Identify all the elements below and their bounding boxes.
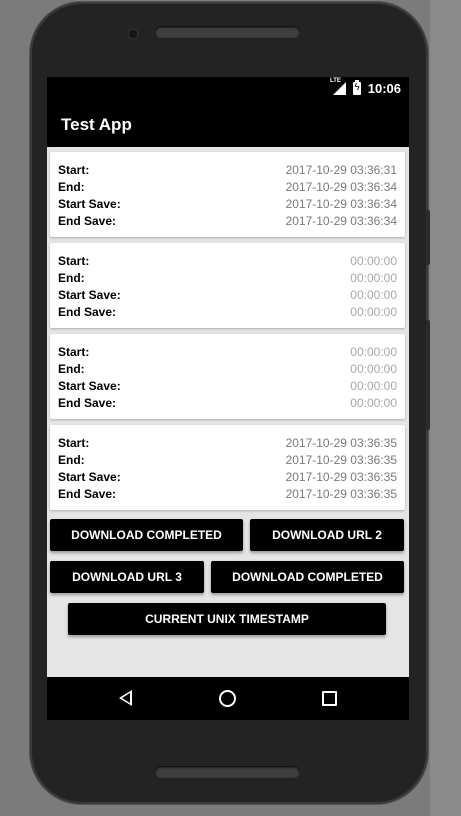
start-save-row: Start Save: 2017-10-29 03:36:34 <box>58 197 397 214</box>
end-value: 00:00:00 <box>350 271 397 285</box>
back-icon[interactable] <box>119 690 132 706</box>
end-save-value: 2017-10-29 03:36:35 <box>285 487 397 501</box>
end-row: End: 2017-10-29 03:36:35 <box>58 453 397 470</box>
start-save-value: 2017-10-29 03:36:35 <box>285 470 397 484</box>
end-value: 00:00:00 <box>350 362 397 376</box>
navigation-bar <box>47 677 409 720</box>
timestamp-card-2: Start: 00:00:00 End: 00:00:00 Start Save… <box>50 243 405 328</box>
app-title: Test App <box>61 115 132 134</box>
end-save-label: End Save: <box>58 487 117 501</box>
start-label: Start: <box>58 436 90 450</box>
timestamp-card-3: Start: 00:00:00 End: 00:00:00 Start Save… <box>50 334 405 419</box>
end-save-value: 2017-10-29 03:36:34 <box>285 214 397 228</box>
start-save-row: Start Save: 00:00:00 <box>58 379 397 396</box>
end-save-label: End Save: <box>58 214 117 228</box>
end-save-label: End Save: <box>58 305 117 319</box>
signal-icon <box>333 82 346 95</box>
start-save-label: Start Save: <box>58 379 121 393</box>
timestamp-card-4: Start: 2017-10-29 03:36:35 End: 2017-10-… <box>50 425 405 510</box>
start-save-label: Start Save: <box>58 288 121 302</box>
end-label: End: <box>58 453 85 467</box>
start-label: Start: <box>58 254 90 268</box>
download-completed-button-1[interactable]: DOWNLOAD COMPLETED <box>50 519 243 551</box>
end-save-label: End Save: <box>58 396 117 410</box>
end-row: End: 00:00:00 <box>58 271 397 288</box>
start-row: Start: 2017-10-29 03:36:31 <box>58 163 397 180</box>
current-unix-timestamp-button[interactable]: CURRENT UNIX TIMESTAMP <box>68 603 386 635</box>
download-url-2-button[interactable]: DOWNLOAD URL 2 <box>250 519 404 551</box>
device-screen: LTE 10:06 Test App Start: 2017-10-29 03:… <box>47 77 409 720</box>
end-row: End: 2017-10-29 03:36:34 <box>58 180 397 197</box>
start-row: Start: 2017-10-29 03:36:35 <box>58 436 397 453</box>
start-save-label: Start Save: <box>58 470 121 484</box>
start-row: Start: 00:00:00 <box>58 254 397 271</box>
app-bar: Test App <box>47 101 409 147</box>
power-button <box>426 320 430 430</box>
end-save-value: 00:00:00 <box>350 305 397 319</box>
download-completed-button-2[interactable]: DOWNLOAD COMPLETED <box>211 561 404 593</box>
start-save-row: Start Save: 2017-10-29 03:36:35 <box>58 470 397 487</box>
recents-icon[interactable] <box>322 691 337 706</box>
top-speaker <box>155 26 300 38</box>
end-save-row: End Save: 00:00:00 <box>58 305 397 322</box>
end-save-row: End Save: 2017-10-29 03:36:35 <box>58 487 397 504</box>
timestamp-card-1: Start: 2017-10-29 03:36:31 End: 2017-10-… <box>50 152 405 237</box>
end-label: End: <box>58 362 85 376</box>
background-strip <box>430 0 461 816</box>
download-url-3-button[interactable]: DOWNLOAD URL 3 <box>50 561 204 593</box>
start-save-row: Start Save: 00:00:00 <box>58 288 397 305</box>
start-label: Start: <box>58 345 90 359</box>
start-save-value: 00:00:00 <box>350 379 397 393</box>
home-icon[interactable] <box>219 690 236 707</box>
start-value: 00:00:00 <box>350 345 397 359</box>
start-save-label: Start Save: <box>58 197 121 211</box>
start-save-value: 2017-10-29 03:36:34 <box>285 197 397 211</box>
status-time: 10:06 <box>367 81 401 96</box>
end-save-row: End Save: 2017-10-29 03:36:34 <box>58 214 397 231</box>
start-value: 2017-10-29 03:36:31 <box>285 163 397 177</box>
end-save-row: End Save: 00:00:00 <box>58 396 397 413</box>
battery-charging-icon <box>353 80 361 95</box>
end-save-value: 00:00:00 <box>350 396 397 410</box>
start-value: 2017-10-29 03:36:35 <box>285 436 397 450</box>
start-label: Start: <box>58 163 90 177</box>
end-value: 2017-10-29 03:36:34 <box>285 180 397 194</box>
volume-button <box>426 210 430 265</box>
end-row: End: 00:00:00 <box>58 362 397 379</box>
front-camera <box>127 28 139 40</box>
status-bar: LTE 10:06 <box>47 77 409 101</box>
start-save-value: 00:00:00 <box>350 288 397 302</box>
end-value: 2017-10-29 03:36:35 <box>285 453 397 467</box>
end-label: End: <box>58 271 85 285</box>
bottom-speaker <box>155 766 300 778</box>
start-value: 00:00:00 <box>350 254 397 268</box>
start-row: Start: 00:00:00 <box>58 345 397 362</box>
end-label: End: <box>58 180 85 194</box>
